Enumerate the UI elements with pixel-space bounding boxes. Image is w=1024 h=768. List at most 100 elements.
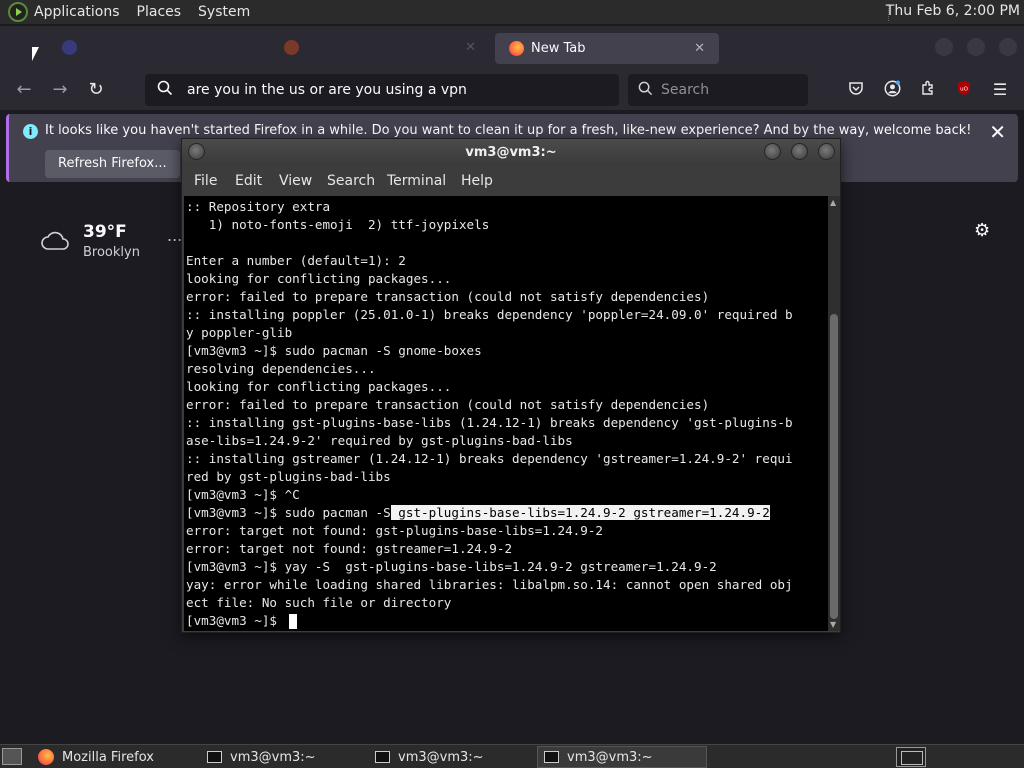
- hamburger-menu-icon[interactable]: ☰: [990, 80, 1010, 100]
- terminal-line-selected: [vm3@vm3 ~]$ sudo pacman -S gst-plugins-…: [186, 504, 793, 522]
- terminal-icon: [207, 751, 222, 763]
- forward-arrow-icon[interactable]: →: [48, 78, 72, 102]
- taskbar-item-label: vm3@vm3:~: [398, 749, 484, 765]
- terminal-line: yay: error while loading shared librarie…: [186, 577, 793, 592]
- taskbar-item-terminal-1[interactable]: vm3@vm3:~: [201, 746, 365, 768]
- close-button[interactable]: [818, 143, 835, 160]
- terminal-output[interactable]: :: Repository extra 1) noto-fonts-emoji …: [184, 196, 828, 631]
- taskbar-item-terminal-2[interactable]: vm3@vm3:~: [369, 746, 533, 768]
- terminal-icon: [544, 751, 559, 763]
- terminal-line: :: installing poppler (25.01.0-1) breaks…: [186, 307, 793, 322]
- terminal-prompt-line[interactable]: [vm3@vm3 ~]$: [186, 612, 793, 630]
- menu-search[interactable]: Search: [327, 173, 375, 189]
- gear-icon[interactable]: ⚙: [974, 220, 990, 241]
- pocket-icon[interactable]: [846, 80, 866, 100]
- reload-icon[interactable]: ↻: [84, 78, 108, 102]
- terminal-line: error: failed to prepare transaction (co…: [186, 397, 710, 412]
- tab-2[interactable]: ✕: [270, 32, 490, 63]
- prompt: [vm3@vm3 ~]$: [186, 613, 285, 628]
- svg-text:uO: uO: [960, 87, 968, 93]
- command-prefix: [vm3@vm3 ~]$ sudo pacman -S: [186, 505, 391, 520]
- clock[interactable]: Thu Feb 6, 2:00 PM: [886, 3, 1020, 19]
- scrollbar-thumb[interactable]: [830, 314, 838, 619]
- terminal-title: vm3@vm3:~: [465, 145, 557, 160]
- search-box[interactable]: Search: [628, 74, 808, 106]
- close-tab-icon[interactable]: ✕: [465, 40, 476, 55]
- workspace-switcher[interactable]: [896, 747, 926, 767]
- top-panel: Applications Places System Thu Feb 6, 2:…: [0, 0, 1024, 25]
- account-icon[interactable]: [882, 80, 902, 100]
- scroll-down-icon[interactable]: ▼: [830, 620, 836, 629]
- tab-bar: ✕ New Tab ✕: [0, 26, 1024, 70]
- terminal-line: ase-libs=1.24.9-2' required by gst-plugi…: [186, 433, 573, 448]
- menu-terminal[interactable]: Terminal: [387, 173, 446, 189]
- bottom-taskbar: Mozilla Firefox vm3@vm3:~ vm3@vm3:~ vm3@…: [0, 744, 1024, 768]
- navigation-bar: ← → ↻ are you in the us or are you using…: [0, 70, 1024, 110]
- weather-menu-button[interactable]: ...: [167, 226, 182, 245]
- terminal-line: :: Repository extra: [186, 199, 331, 214]
- terminal-line: looking for conflicting packages...: [186, 271, 452, 286]
- close-notice-icon[interactable]: ✕: [989, 120, 1006, 144]
- maximize-button[interactable]: [967, 38, 985, 56]
- minimize-button[interactable]: [764, 143, 781, 160]
- terminal-line: error: target not found: gstreamer=1.24.…: [186, 541, 513, 556]
- show-desktop-button[interactable]: [2, 748, 22, 765]
- terminal-titlebar[interactable]: vm3@vm3:~: [182, 139, 840, 166]
- taskbar-item-terminal-3[interactable]: vm3@vm3:~: [537, 746, 707, 768]
- terminal-line: y poppler-glib: [186, 325, 293, 340]
- ublock-origin-icon[interactable]: uO: [954, 80, 974, 100]
- text-cursor: [288, 614, 297, 629]
- terminal-line: [vm3@vm3 ~]$ ^C: [186, 487, 300, 502]
- tab-label: New Tab: [531, 41, 586, 56]
- menu-places[interactable]: Places: [137, 4, 182, 20]
- back-arrow-icon[interactable]: ←: [12, 78, 36, 102]
- terminal-line: :: installing gstreamer (1.24.12-1) brea…: [186, 451, 793, 466]
- tab-1[interactable]: [48, 32, 258, 63]
- terminal-line: [vm3@vm3 ~]$ yay -S gst-plugins-base-lib…: [186, 559, 717, 574]
- terminal-menubar: File Edit View Search Terminal Help: [182, 167, 840, 195]
- terminal-line: :: installing gst-plugins-base-libs (1.2…: [186, 415, 793, 430]
- distro-logo-icon[interactable]: [8, 2, 28, 22]
- taskbar-item-label: vm3@vm3:~: [230, 749, 316, 765]
- close-tab-icon[interactable]: ✕: [694, 41, 705, 56]
- menu-applications[interactable]: Applications: [34, 4, 120, 20]
- search-icon: [157, 80, 173, 100]
- menu-view[interactable]: View: [279, 173, 312, 189]
- terminal-line: error: target not found: gst-plugins-bas…: [186, 523, 604, 538]
- maximize-button[interactable]: [791, 143, 808, 160]
- close-window-button[interactable]: [999, 38, 1017, 56]
- url-bar[interactable]: are you in the us or are you using a vpn: [145, 74, 619, 106]
- search-placeholder: Search: [661, 82, 710, 98]
- taskbar-item-label: Mozilla Firefox: [62, 749, 154, 765]
- search-icon: [638, 81, 653, 100]
- menu-system[interactable]: System: [198, 4, 250, 20]
- terminal-line: looking for conflicting packages...: [186, 379, 452, 394]
- menu-help[interactable]: Help: [461, 173, 493, 189]
- extensions-icon[interactable]: [918, 80, 938, 100]
- refresh-firefox-button[interactable]: Refresh Firefox...: [45, 150, 180, 178]
- url-text: are you in the us or are you using a vpn: [187, 82, 467, 98]
- menu-edit[interactable]: Edit: [235, 173, 262, 189]
- terminal-scrollbar[interactable]: ▲ ▼: [828, 196, 840, 631]
- firefox-favicon-icon: [509, 41, 524, 56]
- info-icon: i: [23, 124, 38, 139]
- terminal-line: ect file: No such file or directory: [186, 595, 452, 610]
- terminal-icon: [375, 751, 390, 763]
- terminal-line: [vm3@vm3 ~]$ sudo pacman -S gnome-boxes: [186, 343, 482, 358]
- tab-new-tab[interactable]: New Tab ✕: [495, 33, 719, 64]
- selected-text: gst-plugins-base-libs=1.24.9-2 gstreamer…: [390, 505, 770, 520]
- notice-message: It looks like you haven't started Firefo…: [45, 123, 972, 138]
- terminal-line: resolving dependencies...: [186, 361, 376, 376]
- taskbar-item-label: vm3@vm3:~: [567, 749, 653, 765]
- terminal-lines: :: Repository extra 1) noto-fonts-emoji …: [186, 198, 793, 630]
- cloud-icon: [40, 230, 70, 256]
- scroll-up-icon[interactable]: ▲: [830, 198, 836, 207]
- weather-city: Brooklyn: [83, 245, 140, 260]
- terminal-line: 1) noto-fonts-emoji 2) ttf-joypixels: [186, 217, 490, 232]
- menu-file[interactable]: File: [194, 173, 217, 189]
- mouse-pointer-icon: [32, 47, 39, 61]
- minimize-button[interactable]: [935, 38, 953, 56]
- taskbar-item-firefox[interactable]: Mozilla Firefox: [32, 746, 196, 768]
- terminal-line: error: failed to prepare transaction (co…: [186, 289, 710, 304]
